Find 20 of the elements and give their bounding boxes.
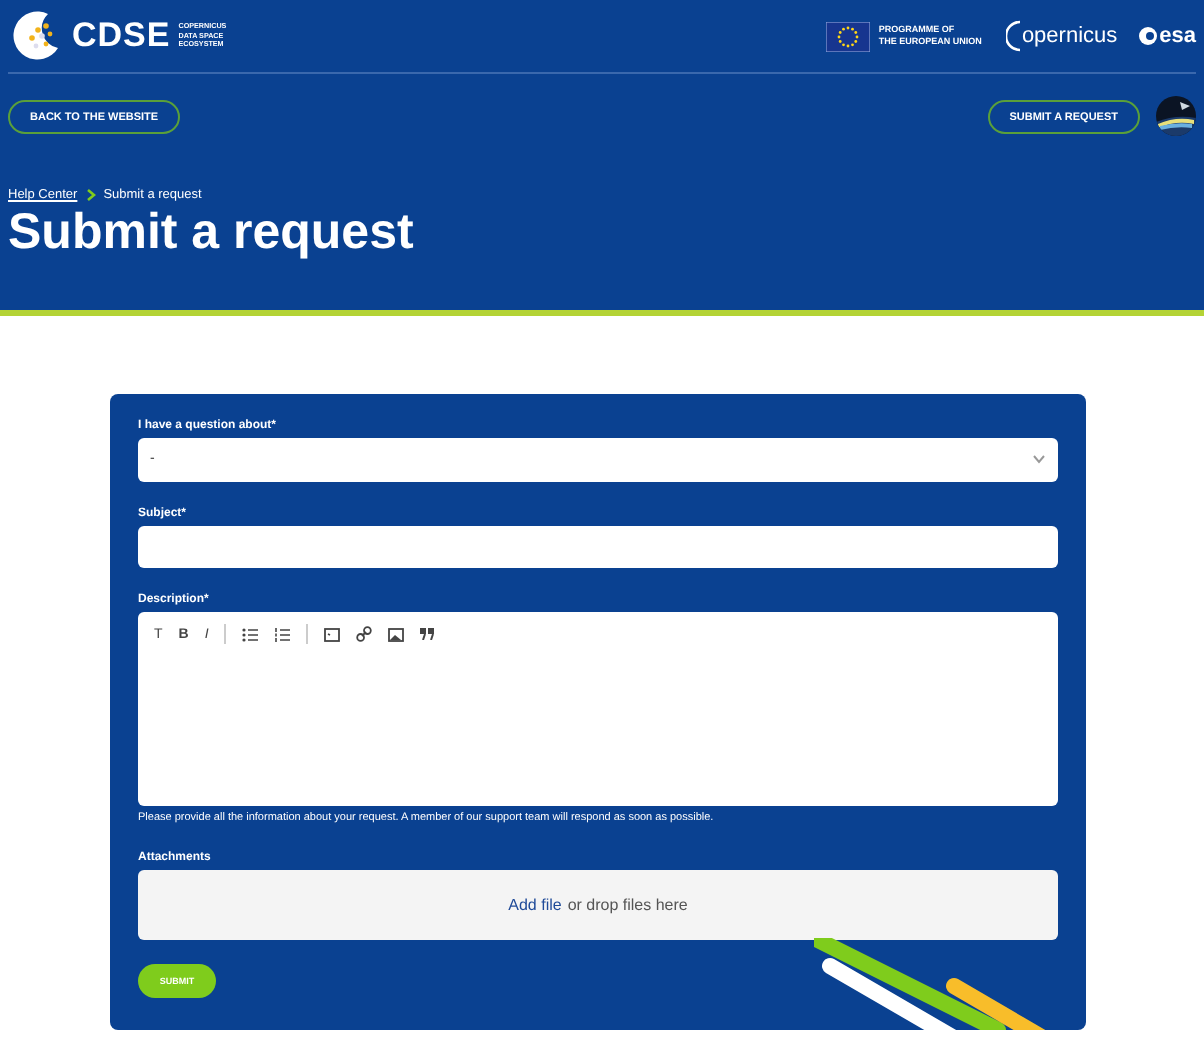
swoosh-icon bbox=[1005, 20, 1022, 52]
link-icon[interactable] bbox=[356, 626, 373, 643]
add-file-link[interactable]: Add file bbox=[508, 896, 562, 915]
esa-logo: esa bbox=[1159, 24, 1196, 48]
image-icon[interactable] bbox=[388, 627, 405, 642]
esa-icon bbox=[1137, 26, 1158, 46]
copernicus-logo: opernicus bbox=[1021, 24, 1118, 48]
subject-field[interactable] bbox=[138, 525, 1058, 569]
globe-icon bbox=[8, 8, 64, 64]
chevron-down-icon bbox=[1032, 454, 1046, 465]
drop-files-text: or drop files here bbox=[567, 896, 688, 915]
bulleted-list-icon[interactable] bbox=[242, 627, 259, 642]
quote-icon[interactable] bbox=[420, 628, 435, 641]
chevron-icon bbox=[85, 188, 96, 202]
page-title: Submit a request bbox=[8, 204, 416, 262]
logo-name: CDSE bbox=[72, 16, 171, 56]
eu-flag-icon bbox=[826, 21, 871, 51]
numbered-list-icon[interactable] bbox=[274, 627, 291, 642]
code-block-icon[interactable] bbox=[324, 627, 341, 642]
file-drop-zone[interactable]: Add file or drop files here bbox=[138, 869, 1058, 941]
